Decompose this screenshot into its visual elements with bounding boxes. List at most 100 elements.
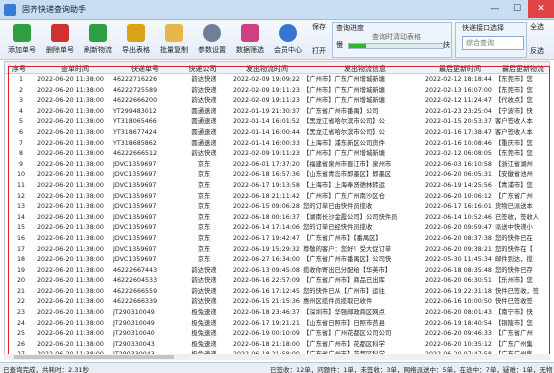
table-row[interactable]: 20 2022-06-20 11:38:00 46222604533 韵达快递 2022…: [5, 275, 549, 286]
data-filter-label: 数据筛选: [236, 46, 264, 54]
table-row[interactable]: 26 2022-06-20 11:38:00 JT290330043 极兔速递 2022…: [5, 339, 549, 350]
horizontal-scroll-thumb[interactable]: [14, 355, 174, 359]
cell-tracking-number: JT290310049: [113, 319, 155, 327]
export-table-button[interactable]: 导出表格: [118, 22, 154, 58]
select-all-button[interactable]: 全选: [530, 22, 544, 32]
col-index[interactable]: 序号: [9, 64, 29, 74]
gear-icon: [203, 24, 221, 42]
cell-carrier: 极兔速递: [191, 330, 217, 338]
cell-last-update-info: 【东莞市】您: [495, 76, 533, 83]
cell-index: 3: [18, 97, 23, 105]
table-row[interactable]: 13 2022-06-20 11:38:00 JDVC1359697 京东 2022-0…: [5, 201, 549, 212]
cell-ship-info: 您的订单已经快件员揽收: [303, 224, 373, 232]
cell-last-update-time: 2022-06-20 10:35:12: [425, 340, 492, 348]
cell-index: 25: [16, 330, 25, 338]
cell-ship-time: 2022-01-14 16:00:33: [233, 139, 300, 147]
horizontal-scrollbar[interactable]: [4, 354, 550, 360]
cell-last-update-time: 2022-06-20 09:46:33: [425, 330, 492, 338]
table-row[interactable]: 9 2022-06-20 11:38:00 JDVC1359697 京东 2022-06…: [5, 159, 549, 170]
table-row[interactable]: 10 2022-06-20 11:38:00 JDVC1359697 京东 2022-0…: [5, 169, 549, 180]
invert-selection-button[interactable]: 反选: [530, 46, 544, 56]
cell-index: 18: [16, 256, 25, 264]
refresh-logistics-button[interactable]: 刷新物流: [80, 22, 116, 58]
cell-tracking-number: 46222666200: [113, 97, 158, 105]
cell-index: 19: [16, 266, 25, 274]
cell-query-time: 2022-06-20 11:38:00: [37, 256, 104, 264]
cell-tracking-number: JDVC1359697: [113, 160, 157, 168]
close-button[interactable]: ✕: [528, 0, 554, 18]
cell-last-update-info: 快件已签收签: [495, 298, 533, 306]
cell-query-time: 2022-06-20 11:38:00: [37, 107, 104, 115]
table-row[interactable]: 2 2022-06-20 11:38:00 46222725589 韵达快递 2022-…: [5, 85, 549, 96]
col-carrier[interactable]: 快递公司: [175, 64, 230, 74]
user-icon: [279, 24, 297, 42]
table-row[interactable]: 11 2022-06-20 11:38:00 JDVC1359697 京东 2022-0…: [5, 180, 549, 191]
table-row[interactable]: 23 2022-06-20 11:38:00 JT290310049 极兔速递 2022…: [5, 307, 549, 318]
table-row[interactable]: 1 2022-06-20 11:38:00 46222716226 韵达快递 2022-…: [5, 74, 549, 85]
table-row[interactable]: 22 2022-06-20 11:38:00 46222666339 韵达快递 2022…: [5, 296, 549, 307]
delete-tracking-button[interactable]: 删除单号: [42, 22, 78, 58]
table-row[interactable]: 17 2022-06-20 11:38:00 JDVC1359697 京东 2022-0…: [5, 244, 549, 255]
col-ship-info[interactable]: 发出物流信息: [305, 64, 425, 74]
cell-last-update-time: 2022-01-15 20:53:37: [425, 118, 492, 126]
cell-last-update-info: 【代收点】您: [495, 97, 533, 105]
table-row[interactable]: 14 2022-06-20 11:38:00 JDVC1359697 京东 2022-0…: [5, 212, 549, 223]
col-last-update-time[interactable]: 最后更新时间: [425, 64, 495, 74]
cell-last-update-time: 2022-06-16 10:00:50: [425, 298, 492, 306]
cell-index: 11: [16, 181, 25, 189]
settings-label: 参数设置: [198, 46, 226, 54]
cell-index: 13: [16, 203, 25, 211]
table-row[interactable]: 6 2022-06-20 11:38:00 YT318677424 圆通速递 2022-…: [5, 127, 549, 138]
speed-slider[interactable]: [348, 43, 444, 49]
cell-index: 10: [16, 171, 25, 179]
col-query-time[interactable]: 查单时间: [45, 64, 105, 74]
maximize-button[interactable]: ☐: [506, 0, 528, 18]
table-row[interactable]: 3 2022-06-20 11:38:00 46222666200 韵达快递 2022-…: [5, 95, 549, 106]
table-row[interactable]: 15 2022-06-20 11:38:00 JDVC1359697 京东 2022-0…: [5, 222, 549, 233]
cell-carrier: 京东: [197, 245, 211, 253]
cell-query-time: 2022-06-20 11:38:00: [37, 171, 104, 179]
table-row[interactable]: 4 2022-06-20 11:38:00 YT299483012 圆通速递 2022-…: [5, 106, 549, 117]
add-tracking-button[interactable]: 添加单号: [4, 22, 40, 58]
table-row[interactable]: 25 2022-06-20 11:38:00 JT290310040 极兔速递 2022…: [5, 328, 549, 339]
open-button[interactable]: 打开: [312, 46, 326, 56]
table-row[interactable]: 24 2022-06-20 11:38:00 JT290310049 极兔速递 2022…: [5, 318, 549, 329]
cell-index: 16: [16, 234, 25, 242]
cell-ship-info: 【黑龙江省哈尔滨市公司】公: [303, 118, 385, 126]
cell-last-update-time: 2022-01-16 10:08:46: [425, 139, 492, 147]
cell-index: 7: [18, 139, 23, 147]
cell-carrier: 京东: [197, 256, 211, 264]
table-row[interactable]: 19 2022-06-20 11:38:00 46222667443 韵达快递 2022…: [5, 265, 549, 276]
interface-select[interactable]: 综合查询: [462, 36, 524, 50]
table-row[interactable]: 5 2022-06-20 11:38:00 YT318065466 圆通速递 2022-…: [5, 116, 549, 127]
cell-last-update-info: 【重庆市】您: [495, 139, 533, 147]
clear-table-on-query-checkbox[interactable]: 查询时清动表格: [372, 32, 421, 42]
speed-slider-fill: [349, 44, 366, 48]
batch-copy-button[interactable]: 批量复制: [156, 22, 192, 58]
table-row[interactable]: 16 2022-06-20 11:38:00 JDVC1359697 京东 2022-0…: [5, 233, 549, 244]
cell-query-time: 2022-06-20 11:38:00: [37, 287, 104, 295]
cell-last-update-time: 2022-06-20 06:30:51: [425, 277, 492, 285]
col-tracking-number[interactable]: 快递单号: [115, 64, 175, 74]
table-row[interactable]: 21 2022-06-20 11:38:00 46222666559 韵达快递 2022…: [5, 286, 549, 297]
member-center-button[interactable]: 会员中心: [270, 22, 306, 58]
cell-ship-time: 2022-02-09 19:09:22: [233, 76, 300, 83]
cell-last-update-info: 【东莞市】您: [495, 86, 533, 94]
cell-ship-time: 2022-06-15 09:06:28: [233, 203, 300, 211]
table-row[interactable]: 18 2022-06-20 11:38:00 JDVC1359697 京东 2022-0…: [5, 254, 549, 265]
cell-last-update-info: 【南宁市】快: [495, 309, 533, 317]
table-row[interactable]: 7 2022-06-20 11:38:00 YT318685862 圆通速递 2022-…: [5, 138, 549, 149]
data-filter-button[interactable]: 数据筛选: [232, 22, 268, 58]
settings-button[interactable]: 参数设置: [194, 22, 230, 58]
table-row[interactable]: 8 2022-06-20 11:38:00 46222666512 韵达快递 2022-…: [5, 148, 549, 159]
cell-carrier: 圆通速递: [191, 107, 217, 115]
save-button[interactable]: 保存: [312, 22, 326, 32]
member-center-label: 会员中心: [274, 46, 302, 54]
col-last-update-info[interactable]: 最后更新物流: [495, 64, 549, 74]
cell-last-update-info: 客户签收人本: [495, 128, 533, 136]
table-row[interactable]: 12 2022-06-20 11:38:00 JDVC1359697 京东 2022-0…: [5, 191, 549, 202]
minimize-button[interactable]: —: [484, 0, 506, 18]
cell-index: 21: [16, 287, 25, 295]
cell-ship-info: 【广州市】广东广州增城新塘: [303, 97, 385, 105]
col-ship-time[interactable]: 发出物流时间: [233, 64, 301, 74]
